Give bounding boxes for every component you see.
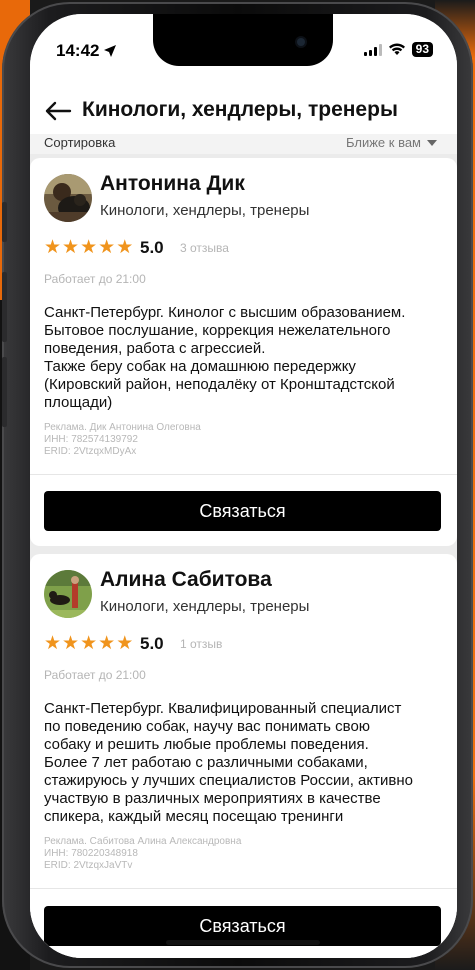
working-hours: Работает до 21:00 (44, 668, 146, 682)
volume-up-button (2, 272, 7, 342)
home-indicator[interactable] (166, 940, 320, 945)
listing-card[interactable]: Антонина Дик Кинологи, хендлеры, тренеры… (30, 158, 457, 546)
star-icon: ★ (98, 633, 116, 654)
chevron-down-icon[interactable] (427, 140, 437, 146)
cellular-signal-icon (363, 43, 382, 56)
trainer-category: Кинологи, хендлеры, тренеры (100, 202, 310, 219)
trainer-category: Кинологи, хендлеры, тренеры (100, 598, 310, 615)
battery-indicator: 93 (411, 42, 433, 57)
contact-button[interactable]: Связаться (44, 491, 441, 531)
star-icon: ★ (62, 633, 80, 654)
ad-inn: ИНН: 782574139792 (44, 434, 138, 445)
location-arrow-icon (104, 45, 117, 57)
ad-erid: ERID: 2VtzqxMDyAx (44, 446, 137, 457)
star-icon: ★ (62, 237, 80, 258)
notch (153, 14, 333, 66)
star-icon: ★ (98, 237, 116, 258)
reviews-link[interactable]: 3 отзыва (180, 241, 229, 255)
volume-down-button (2, 357, 7, 427)
time-text: 14:42 (56, 41, 100, 60)
trainer-name[interactable]: Антонина Дик (100, 172, 245, 196)
listing-card[interactable]: Алина Сабитова Кинологи, хендлеры, трене… (30, 554, 457, 958)
star-rating: ★ ★ ★ ★ ★ (44, 634, 133, 653)
divider (30, 888, 457, 889)
avatar-image-1 (44, 174, 92, 222)
reviews-link[interactable]: 1 отзыв (180, 637, 222, 651)
description: Санкт-Петербург. Квалифицированный специ… (44, 700, 413, 825)
divider (30, 474, 457, 475)
app-header: Кинологи, хендлеры, тренеры (30, 88, 457, 134)
star-icon: ★ (80, 633, 98, 654)
star-icon: ★ (116, 237, 134, 258)
avatar[interactable] (44, 570, 92, 618)
star-icon: ★ (44, 633, 62, 654)
avatar-image-2 (44, 570, 92, 618)
sort-label: Сортировка (44, 135, 116, 150)
status-icons: 93 (363, 42, 433, 57)
sort-select-value[interactable]: Ближе к вам (346, 135, 421, 150)
ad-erid: ERID: 2VtzqxJaVTv (44, 860, 133, 871)
ad-disclosure: Реклама. Сабитова Алина Александровна ИН… (44, 836, 241, 872)
sort-row[interactable]: Сортировка Ближе к вам (30, 134, 457, 154)
star-rating: ★ ★ ★ ★ ★ (44, 238, 133, 257)
ad-line: Реклама. Дик Антонина Олеговна (44, 422, 201, 433)
status-time: 14:42 (56, 41, 117, 61)
description: Санкт-Петербург. Кинолог с высшим образо… (44, 304, 406, 411)
ad-disclosure: Реклама. Дик Антонина Олеговна ИНН: 7825… (44, 422, 201, 458)
status-bar: 14:42 93 (30, 14, 457, 88)
star-icon: ★ (116, 633, 134, 654)
screen: 14:42 93 Кинологи, хендлеры, тренеры Сор… (30, 14, 457, 958)
star-icon: ★ (44, 237, 62, 258)
rating-value: 5.0 (140, 634, 164, 653)
wifi-icon (388, 43, 405, 55)
ad-line: Реклама. Сабитова Алина Александровна (44, 836, 242, 847)
star-icon: ★ (80, 237, 98, 258)
mute-switch (2, 202, 7, 242)
ad-inn: ИНН: 780220348918 (44, 848, 138, 859)
rating-value: 5.0 (140, 238, 164, 257)
front-camera (297, 38, 305, 46)
content-area: Сортировка Ближе к вам Антонина Дик Кино… (30, 134, 457, 958)
trainer-name[interactable]: Алина Сабитова (100, 568, 272, 592)
back-arrow-icon[interactable] (44, 100, 72, 122)
page-title: Кинологи, хендлеры, тренеры (82, 98, 398, 121)
avatar[interactable] (44, 174, 92, 222)
working-hours: Работает до 21:00 (44, 272, 146, 286)
